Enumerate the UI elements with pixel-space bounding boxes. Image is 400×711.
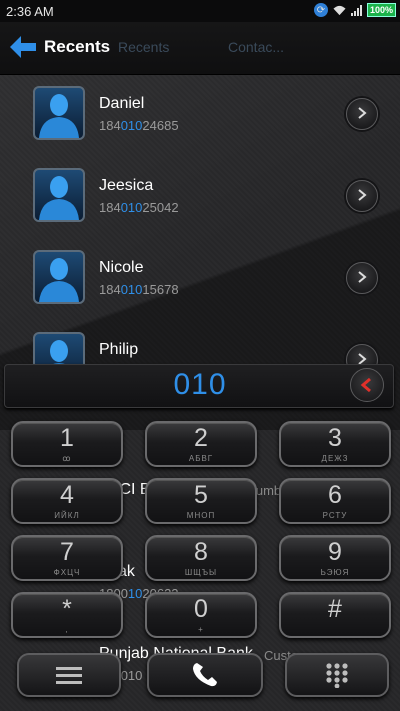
status-time: 2:36 AM [6,4,54,19]
person-icon [39,176,79,220]
key-0[interactable]: 0 + [145,592,257,638]
list-item[interactable]: Nicole 18401015678 [0,238,400,320]
contact-name: Jeesica [99,177,154,194]
call-arrow-button[interactable] [346,262,378,294]
list-item[interactable]: Daniel 18401024685 [0,74,400,156]
key-7[interactable]: 7 ФХЦЧ [11,535,123,581]
wifi-icon [333,5,346,15]
contact-name: Nicole [99,259,144,276]
backspace-icon [360,378,371,392]
chevron-right-icon [358,271,367,283]
avatar [33,86,85,140]
dialed-number: 010 [173,368,227,401]
contact-name: Philip [99,341,139,358]
list-item[interactable]: Jeesica 18401025042 [0,156,400,238]
sync-icon: ⟳ [313,3,328,17]
chevron-right-icon [358,107,367,119]
menu-button[interactable] [17,653,121,697]
key-star[interactable]: *, [11,592,123,638]
key-8[interactable]: 8 ШЩЪЫ [145,535,257,581]
tab-recents[interactable]: Recents [118,39,169,55]
signal-icon [350,4,362,16]
avatar [33,168,85,222]
contact-number: 18401015678 [99,282,179,297]
key-5[interactable]: 5 МНОП [145,478,257,524]
avatar [33,250,85,304]
backspace-button[interactable] [350,368,384,402]
contact-number: 18401025042 [99,200,179,215]
key-4[interactable]: 4 ИЙКЛ [11,478,123,524]
call-button[interactable] [147,653,263,697]
phone-icon [193,663,217,687]
status-icons: ⟳ 100% [313,3,396,17]
call-arrow-button[interactable] [346,98,378,130]
key-3[interactable]: 3 ДЕЖЗ [279,421,391,467]
key-9[interactable]: 9 ЬЭЮЯ [279,535,391,581]
tab-contacts[interactable]: Contac... [228,39,284,55]
key-1[interactable]: 1ꝏ [11,421,123,467]
page-title: Recents [44,37,111,56]
action-bar: Recents Recents Contac... [0,22,400,75]
dialpad-icon [326,663,348,688]
call-arrow-button[interactable] [346,180,378,212]
dialpad-toggle-button[interactable] [285,653,389,697]
key-6[interactable]: 6 РСТУ [279,478,391,524]
back-arrow-icon[interactable] [10,36,36,58]
key-hash[interactable]: # [279,592,391,638]
person-icon [39,258,79,302]
status-bar: 2:36 AM ⟳ 100% [0,0,400,22]
menu-icon [56,667,82,684]
battery-icon: 100% [366,3,396,17]
key-2[interactable]: 2 АБВГ [145,421,257,467]
chevron-right-icon [358,189,367,201]
person-icon [39,94,79,138]
contact-number: 18401024685 [99,118,179,133]
contact-name: Daniel [99,95,145,112]
